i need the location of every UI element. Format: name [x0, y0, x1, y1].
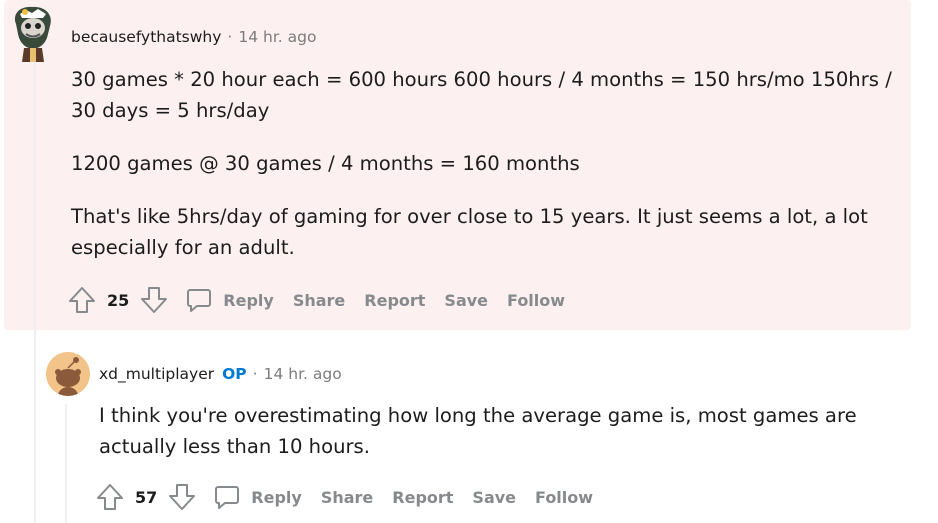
comment-action-bar: 57 Reply Share Report Save Follow — [95, 480, 612, 514]
share-button[interactable]: Share — [321, 488, 373, 507]
reply-button[interactable]: Reply — [251, 488, 302, 507]
upvote-icon[interactable] — [67, 285, 97, 315]
share-button[interactable]: Share — [293, 291, 345, 310]
timestamp[interactable]: 14 hr. ago — [238, 28, 316, 46]
save-button[interactable]: Save — [472, 488, 516, 507]
avatar[interactable] — [10, 4, 56, 62]
op-badge: OP — [222, 365, 247, 383]
reply-button[interactable]: Reply — [223, 291, 274, 310]
upvote-icon[interactable] — [95, 482, 125, 512]
save-button[interactable]: Save — [444, 291, 488, 310]
author-username[interactable]: xd_multiplayer — [99, 365, 214, 383]
comment-body: I think you're overestimating how long t… — [99, 400, 889, 484]
comment-bubble-icon[interactable] — [213, 483, 241, 511]
comment-meta: xd_multiplayer OP · 14 hr. ago — [99, 365, 342, 383]
vote-score: 57 — [135, 487, 158, 507]
comment-paragraph: 30 games * 20 hour each = 600 hours 600 … — [71, 68, 892, 122]
downvote-icon[interactable] — [139, 285, 169, 315]
vote-score: 25 — [107, 290, 130, 310]
comment-body: 30 games * 20 hour each = 600 hours 600 … — [71, 64, 921, 285]
thread-line[interactable] — [34, 62, 36, 523]
meta-separator: · — [252, 365, 258, 383]
meta-separator: · — [227, 28, 233, 46]
avatar[interactable] — [46, 352, 90, 396]
comment-paragraph: 1200 games @ 30 games / 4 months = 160 m… — [71, 152, 580, 175]
comment-paragraph: That's like 5hrs/day of gaming for over … — [71, 205, 868, 259]
author-username[interactable]: becausefythatswhy — [71, 28, 221, 46]
thread-line-reply[interactable] — [65, 404, 67, 523]
comment-meta: becausefythatswhy · 14 hr. ago — [71, 28, 316, 46]
mascot-avatar-icon — [14, 6, 51, 62]
follow-button[interactable]: Follow — [535, 488, 593, 507]
report-button[interactable]: Report — [364, 291, 425, 310]
report-button[interactable]: Report — [392, 488, 453, 507]
downvote-icon[interactable] — [167, 482, 197, 512]
timestamp[interactable]: 14 hr. ago — [264, 365, 342, 383]
comment-bubble-icon[interactable] — [185, 286, 213, 314]
follow-button[interactable]: Follow — [507, 291, 565, 310]
comment-paragraph: I think you're overestimating how long t… — [99, 404, 857, 458]
default-snoo-avatar-icon — [46, 352, 90, 396]
comment-action-bar: 25 Reply Share Report Save Follow — [67, 283, 584, 317]
